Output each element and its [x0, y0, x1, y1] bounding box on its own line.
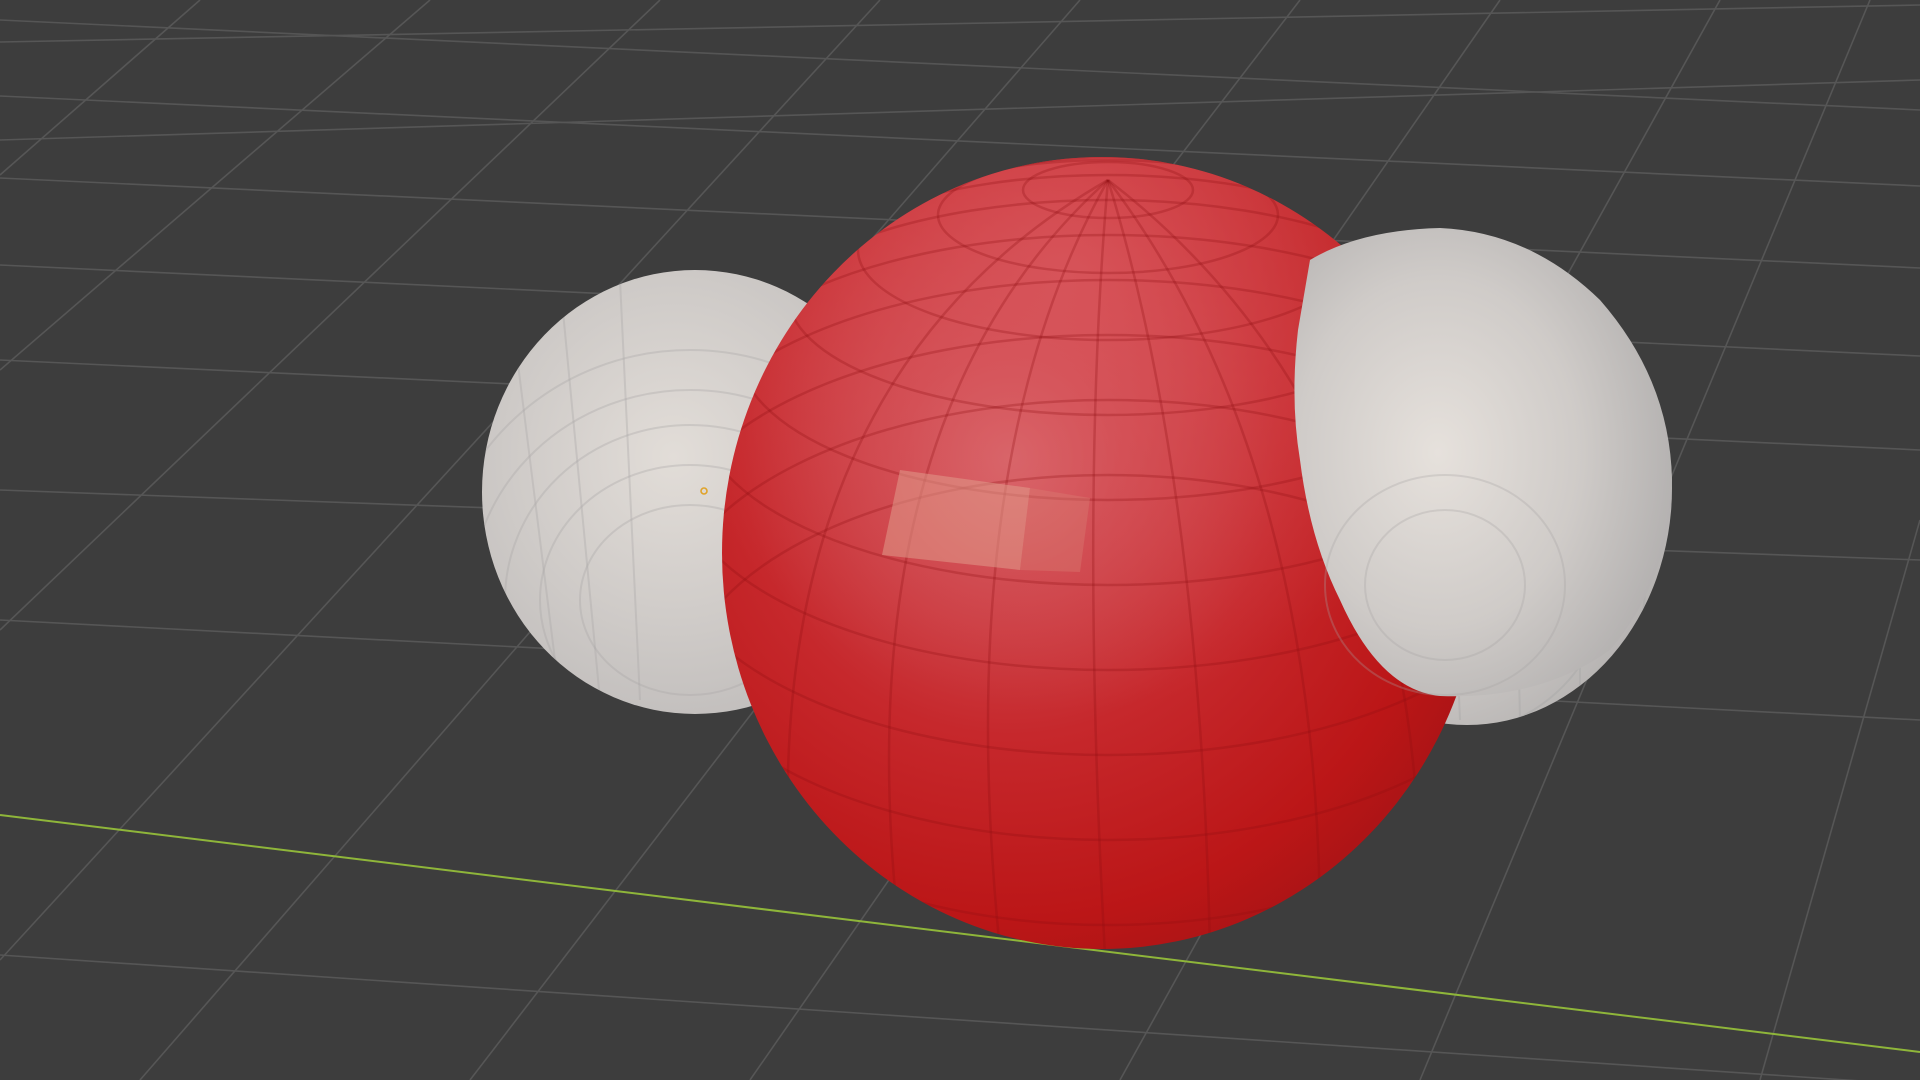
- viewport-canvas[interactable]: [0, 0, 1920, 1080]
- 3d-viewport[interactable]: [0, 0, 1920, 1080]
